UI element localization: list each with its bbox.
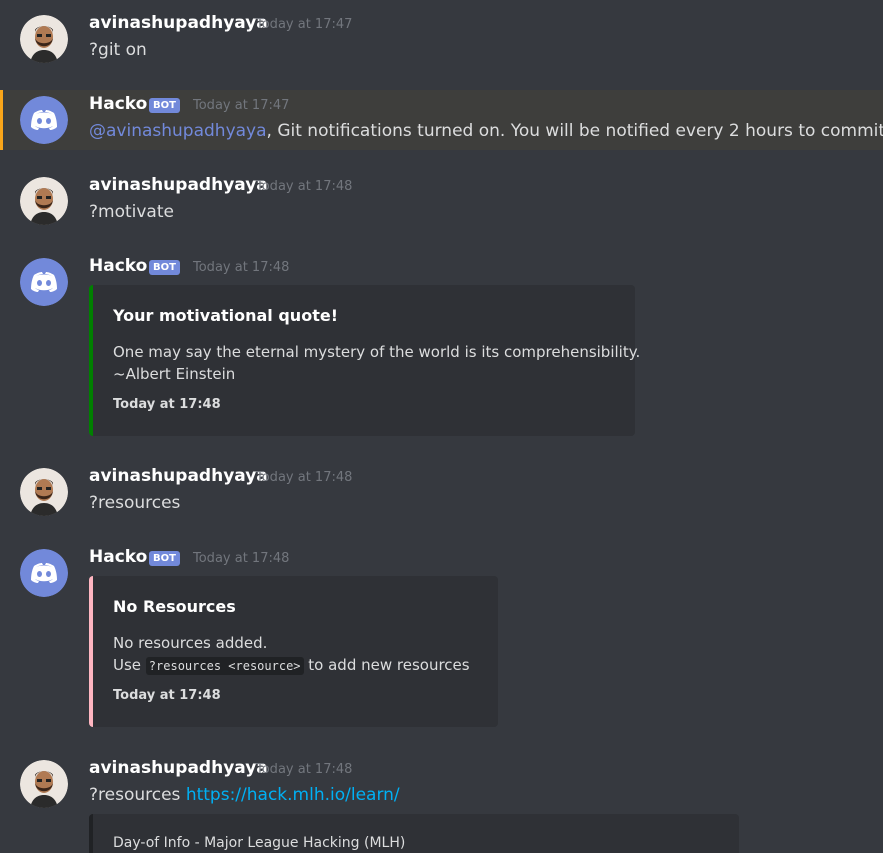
timestamp: Today at 17:48	[256, 762, 353, 777]
embed-title: Your motivational quote!	[113, 306, 338, 325]
username[interactable]: avinashupadhyaya	[89, 758, 268, 778]
bot-avatar[interactable]	[20, 258, 68, 306]
message-content: ?motivate	[89, 202, 174, 222]
username[interactable]: avinashupadhyaya	[89, 466, 268, 486]
timestamp: Today at 17:47	[193, 98, 290, 113]
user-mention[interactable]: @avinashupadhyaya	[89, 121, 267, 141]
discord-logo-icon	[20, 549, 68, 597]
message-item: avinashupadhyaya Today at 17:48 ?motivat…	[0, 175, 883, 237]
bot-avatar[interactable]	[20, 549, 68, 597]
embed-description-line: Use ?resources <resource> to add new res…	[113, 656, 470, 675]
username[interactable]: avinashupadhyaya	[89, 175, 268, 195]
embed-footer: Today at 17:48	[113, 397, 221, 412]
message-text: ?resources	[89, 785, 186, 805]
discord-logo-icon	[20, 258, 68, 306]
username[interactable]: Hacko	[89, 94, 147, 114]
message-content: @avinashupadhyaya, Git notifications tur…	[89, 121, 883, 141]
message-item: avinashupadhyaya Today at 17:48 ?resourc…	[0, 466, 883, 528]
embed-card: Your motivational quote! One may say the…	[89, 285, 640, 436]
chat-messages: avinashupadhyaya Today at 17:47 ?git on …	[0, 0, 883, 853]
user-avatar[interactable]	[20, 468, 68, 516]
embed-title: No Resources	[113, 597, 236, 616]
username[interactable]: Hacko	[89, 547, 147, 567]
user-avatar[interactable]	[20, 760, 68, 808]
bot-tag: BOT	[149, 551, 180, 566]
bot-tag: BOT	[149, 98, 180, 113]
discord-logo-icon	[20, 96, 68, 144]
message-content: ?resources https://hack.mlh.io/learn/	[89, 785, 400, 805]
embed-card: No Resources No resources added. Use ?re…	[89, 576, 498, 727]
link-preview-embed: Day-of Info - Major League Hacking (MLH)	[89, 814, 739, 853]
message-item: avinashupadhyaya Today at 17:47 ?git on	[0, 13, 883, 75]
inline-code: ?resources <resource>	[145, 657, 304, 675]
embed-description-line: ~Albert Einstein	[113, 365, 236, 383]
embed-text: Use	[113, 656, 146, 674]
timestamp: Today at 17:48	[193, 551, 290, 566]
message-item: Hacko BOT Today at 17:48 Your motivation…	[0, 256, 883, 438]
bot-avatar[interactable]	[20, 96, 68, 144]
message-content: ?git on	[89, 40, 147, 60]
username[interactable]: Hacko	[89, 256, 147, 276]
timestamp: Today at 17:47	[256, 17, 353, 32]
embed-text: to add new resources	[303, 656, 470, 674]
message-text: , Git notifications turned on. You will …	[266, 121, 883, 141]
message-item: avinashupadhyaya Today at 17:48 ?resourc…	[0, 758, 883, 853]
user-avatar[interactable]	[20, 15, 68, 63]
message-item: Hacko BOT Today at 17:48 No Resources No…	[0, 547, 883, 729]
embed-description-line: No resources added.	[113, 634, 268, 652]
link-preview-title[interactable]: Day-of Info - Major League Hacking (MLH)	[113, 835, 405, 851]
message-link[interactable]: https://hack.mlh.io/learn/	[186, 785, 400, 805]
timestamp: Today at 17:48	[256, 179, 353, 194]
message-content: ?resources	[89, 493, 181, 513]
message-item: Hacko BOT Today at 17:47 @avinashupadhya…	[0, 94, 883, 156]
timestamp: Today at 17:48	[193, 260, 290, 275]
user-avatar[interactable]	[20, 177, 68, 225]
timestamp: Today at 17:48	[256, 470, 353, 485]
username[interactable]: avinashupadhyaya	[89, 13, 268, 33]
embed-description-line: One may say the eternal mystery of the w…	[113, 343, 641, 361]
bot-tag: BOT	[149, 260, 180, 275]
embed-footer: Today at 17:48	[113, 688, 221, 703]
